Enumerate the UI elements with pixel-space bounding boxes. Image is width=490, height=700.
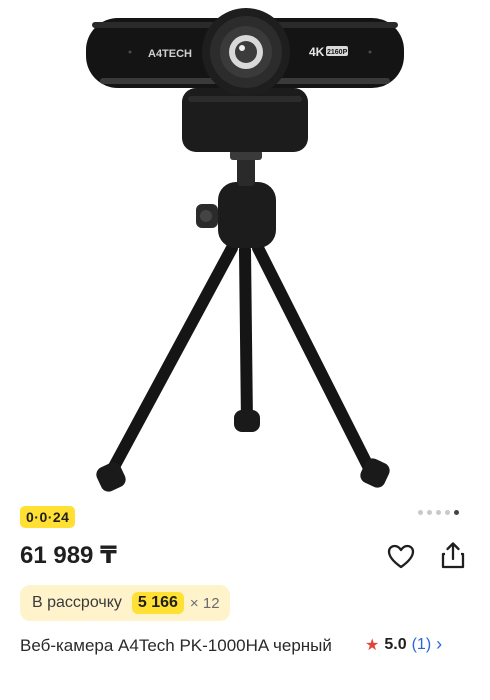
chevron-right-icon: › bbox=[436, 634, 443, 654]
share-button[interactable] bbox=[437, 540, 469, 572]
gallery-dot[interactable] bbox=[436, 510, 441, 515]
gallery-dot[interactable] bbox=[445, 510, 450, 515]
webcam-on-tripod-image: A4TECH 4K 2160P bbox=[86, 8, 404, 492]
share-icon bbox=[441, 542, 465, 569]
installment-multiplier: × 12 bbox=[189, 594, 220, 612]
rating-count: (1) bbox=[411, 635, 432, 653]
gallery-dot[interactable] bbox=[427, 510, 432, 515]
camera-resolution-text: 2160P bbox=[327, 49, 348, 56]
installment-label: В рассрочку bbox=[32, 594, 122, 611]
product-price: 61 989 ₸ bbox=[20, 542, 117, 569]
product-title: Веб-камера A4Tech PK-1000HA черный bbox=[20, 636, 332, 655]
favorite-button[interactable] bbox=[385, 541, 417, 573]
camera-4k-text: 4K bbox=[309, 45, 325, 59]
product-image[interactable]: A4TECH 4K 2160P bbox=[0, 0, 490, 500]
camera-brand-text: A4TECH bbox=[148, 48, 192, 60]
promo-badge: 0·0·24 bbox=[20, 506, 76, 528]
installment-button[interactable]: В рассрочку 5 166 × 12 bbox=[20, 585, 230, 621]
gallery-dot[interactable] bbox=[418, 510, 423, 515]
rating-score: 5.0 bbox=[384, 635, 407, 653]
rating-link[interactable]: ★ 5.0 (1) › bbox=[365, 634, 442, 655]
gallery-dot-active[interactable] bbox=[454, 510, 459, 515]
gallery-dots[interactable] bbox=[418, 510, 459, 515]
heart-icon bbox=[387, 544, 415, 569]
installment-amount: 5 166 bbox=[131, 592, 184, 614]
star-icon: ★ bbox=[365, 636, 380, 654]
